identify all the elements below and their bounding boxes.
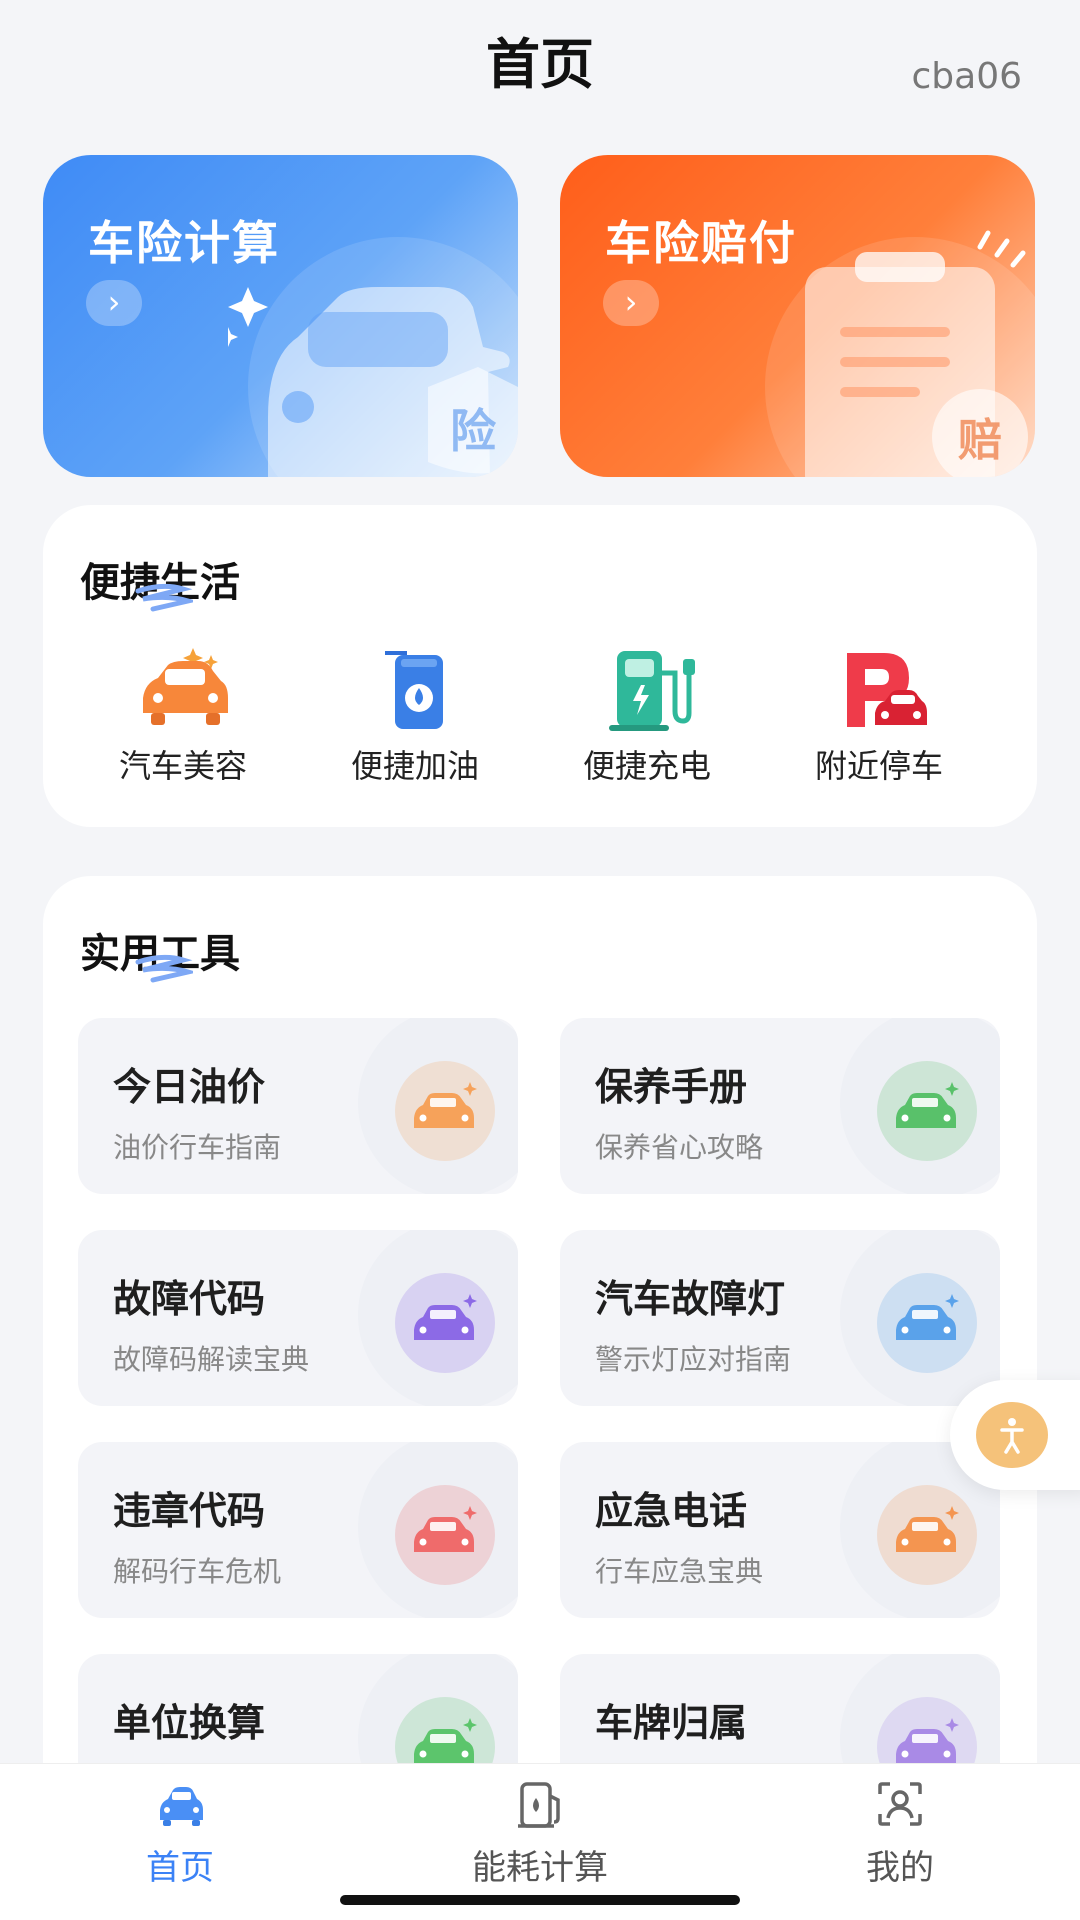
header: 首页 cba06 bbox=[0, 0, 1080, 130]
claim-badge-text: 赔 bbox=[958, 415, 1002, 466]
life-item-charging[interactable]: 便捷充电 bbox=[537, 643, 757, 793]
accessibility-float-button[interactable] bbox=[950, 1380, 1080, 1490]
tool-title: 应急电话 bbox=[595, 1489, 748, 1533]
title-underline-decoration bbox=[135, 954, 193, 983]
claim-document-icon: 赔 bbox=[765, 230, 1035, 477]
chevron-right-icon[interactable]: › bbox=[603, 280, 659, 326]
car-tool-icon bbox=[395, 1273, 495, 1373]
car-tool-icon bbox=[395, 1061, 495, 1161]
tool-subtitle: 警示灯应对指南 bbox=[595, 1343, 792, 1376]
tool-title: 汽车故障灯 bbox=[595, 1277, 786, 1321]
life-item-label: 便捷加油 bbox=[350, 747, 479, 785]
tool-subtitle: 故障码解读宝典 bbox=[113, 1343, 310, 1376]
tool-tile-maintenance-manual[interactable]: 保养手册保养省心攻略 bbox=[560, 1018, 1000, 1194]
life-item-label: 汽车美容 bbox=[118, 747, 247, 785]
tool-title: 违章代码 bbox=[113, 1489, 266, 1533]
tab-energy-calc[interactable]: 能耗计算 bbox=[440, 1776, 640, 1889]
tool-tile-oil-price[interactable]: 今日油价油价行车指南 bbox=[78, 1018, 518, 1194]
tool-subtitle: 油价行车指南 bbox=[113, 1131, 282, 1164]
charging-station-icon bbox=[609, 651, 695, 731]
life-item-parking[interactable]: 附近停车 bbox=[769, 643, 989, 793]
tool-title: 单位换算 bbox=[113, 1701, 266, 1745]
car-wash-icon bbox=[143, 648, 228, 725]
car-tool-icon bbox=[877, 1061, 977, 1161]
tab-label: 能耗计算 bbox=[472, 1848, 608, 1888]
tab-mine[interactable]: 我的 bbox=[800, 1776, 1000, 1889]
life-item-car-wash[interactable]: 汽车美容 bbox=[73, 643, 293, 793]
insurance-claim-banner[interactable]: 车险赔付 › 赔 bbox=[560, 155, 1035, 477]
tool-title: 今日油价 bbox=[113, 1065, 266, 1109]
parking-icon bbox=[847, 653, 927, 727]
user-id[interactable]: cba06 bbox=[911, 56, 1022, 97]
tool-title: 保养手册 bbox=[595, 1065, 748, 1109]
accessibility-icon bbox=[976, 1402, 1048, 1468]
car-icon bbox=[160, 1787, 203, 1826]
tab-home[interactable]: 首页 bbox=[80, 1776, 280, 1889]
life-item-label: 附近停车 bbox=[814, 747, 943, 785]
life-item-label: 便捷充电 bbox=[582, 747, 711, 785]
tool-subtitle: 解码行车危机 bbox=[113, 1555, 282, 1588]
tool-title: 故障代码 bbox=[113, 1277, 266, 1321]
tool-tile-violation-code[interactable]: 违章代码解码行车危机 bbox=[78, 1442, 518, 1618]
tab-label: 首页 bbox=[146, 1848, 214, 1888]
tool-title: 车牌归属 bbox=[595, 1701, 748, 1745]
tab-label: 我的 bbox=[866, 1848, 934, 1888]
tool-subtitle: 保养省心攻略 bbox=[595, 1131, 764, 1164]
fuel-pump-icon bbox=[518, 1782, 560, 1828]
fuel-can-icon bbox=[385, 651, 443, 729]
tool-subtitle: 行车应急宝典 bbox=[595, 1555, 764, 1588]
home-indicator bbox=[340, 1895, 740, 1905]
user-profile-icon bbox=[878, 1782, 922, 1826]
tool-tile-fault-code[interactable]: 故障代码故障码解读宝典 bbox=[78, 1230, 518, 1406]
car-shield-icon: 险 bbox=[228, 237, 518, 477]
life-item-fuel[interactable]: 便捷加油 bbox=[305, 643, 525, 793]
chevron-right-icon[interactable]: › bbox=[86, 280, 142, 326]
car-tool-icon bbox=[877, 1273, 977, 1373]
title-underline-decoration bbox=[135, 583, 193, 612]
insurance-calc-banner[interactable]: 车险计算 › 险 bbox=[43, 155, 518, 477]
car-tool-icon bbox=[395, 1485, 495, 1585]
convenient-life-card: 便捷生活 汽车美容 便捷加油 便捷充电 附近停车 bbox=[43, 505, 1037, 827]
tool-tile-warning-light[interactable]: 汽车故障灯警示灯应对指南 bbox=[560, 1230, 1000, 1406]
shield-badge-text: 险 bbox=[450, 404, 497, 458]
car-tool-icon bbox=[877, 1485, 977, 1585]
tool-tile-emergency-phone[interactable]: 应急电话行车应急宝典 bbox=[560, 1442, 1000, 1618]
